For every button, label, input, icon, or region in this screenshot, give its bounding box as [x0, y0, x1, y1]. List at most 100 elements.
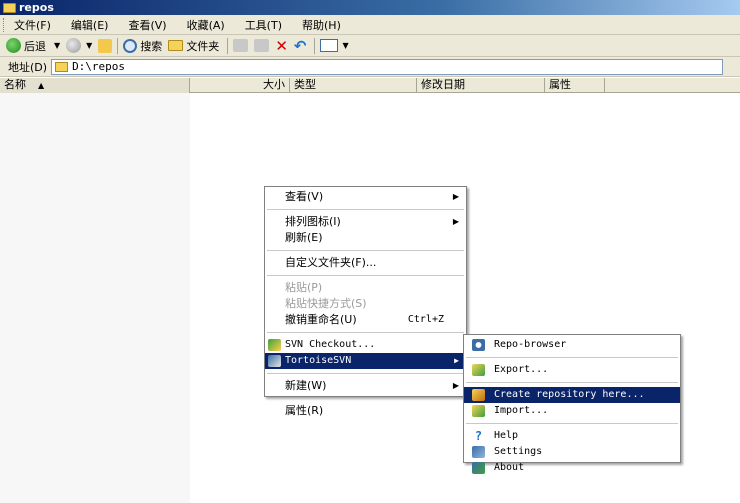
context-menu: 查看(V) ▶ 排列图标(I) ▶ 刷新(E) 自定义文件夹(F)... 粘贴(P)…: [264, 186, 467, 417]
window-title: repos: [19, 1, 54, 14]
menu-item-undo-rename[interactable]: 撤销重命名(U) Ctrl+Z: [265, 312, 466, 328]
folders-button[interactable]: 文件夹: [168, 38, 219, 54]
column-modified[interactable]: 修改日期: [417, 78, 545, 93]
back-arrow-icon: [6, 38, 21, 53]
column-header: 名称 ▲ 大小 类型 修改日期 属性: [0, 78, 740, 93]
svn-checkout-icon: [268, 339, 281, 351]
menu-file[interactable]: 文件(F): [14, 17, 51, 33]
menu-item-import-label: Import...: [494, 405, 549, 416]
views-dropdown-icon[interactable]: ▼: [342, 41, 348, 50]
menu-separator: [466, 423, 678, 424]
copy-to-icon[interactable]: [254, 39, 270, 52]
menu-separator: [267, 209, 464, 210]
menu-item-arrange-icons[interactable]: 排列图标(I) ▶: [265, 214, 466, 230]
folders-label: 文件夹: [186, 39, 220, 53]
search-button[interactable]: 搜索: [123, 38, 162, 54]
repo-browser-icon: [472, 339, 485, 351]
menu-item-svn-checkout-label: SVN Checkout...: [285, 339, 376, 350]
menu-item-export-label: Export...: [494, 364, 549, 375]
submenu-arrow-icon: ▶: [452, 381, 459, 390]
menu-separator: [267, 398, 464, 399]
undo-shortcut: Ctrl+Z: [407, 314, 444, 325]
folder-icon: [55, 61, 69, 72]
menu-edit[interactable]: 编辑(E): [71, 17, 109, 33]
menu-item-new[interactable]: 新建(W) ▶: [265, 378, 466, 394]
menu-item-create-repository-label: Create repository here...: [494, 389, 645, 400]
move-to-icon[interactable]: [233, 39, 249, 52]
folder-icon: [3, 2, 16, 13]
menu-item-about[interactable]: About: [464, 460, 680, 476]
menu-item-undo-rename-label: 撤销重命名(U): [285, 313, 357, 326]
column-attributes[interactable]: 属性: [545, 78, 605, 93]
menu-item-tortoisesvn[interactable]: TortoiseSVN ▶: [265, 353, 466, 369]
column-name[interactable]: 名称 ▲: [0, 78, 190, 93]
address-label: 地址(D): [8, 60, 48, 74]
sort-ascending-icon: ▲: [38, 81, 45, 90]
menu-item-view[interactable]: 查看(V) ▶: [265, 189, 466, 205]
menu-item-repo-browser-label: Repo-browser: [494, 339, 567, 350]
submenu-arrow-icon: ▶: [452, 217, 459, 226]
address-bar: 地址(D) D:\repos: [0, 57, 740, 77]
undo-icon[interactable]: ↶: [294, 37, 307, 55]
address-input[interactable]: D:\repos: [51, 58, 724, 75]
menu-separator: [267, 373, 464, 374]
submenu-arrow-icon: ▶: [452, 192, 459, 201]
search-label: 搜索: [140, 39, 163, 53]
menu-item-view-label: 查看(V): [285, 190, 324, 203]
column-size[interactable]: 大小: [190, 78, 290, 93]
menu-item-refresh[interactable]: 刷新(E): [265, 230, 466, 246]
forward-arrow-icon[interactable]: [66, 38, 82, 53]
column-type[interactable]: 类型: [290, 78, 417, 93]
menu-view[interactable]: 查看(V): [128, 17, 166, 33]
menu-help[interactable]: 帮助(H): [302, 17, 341, 33]
menu-item-svn-checkout[interactable]: SVN Checkout...: [265, 337, 466, 353]
menu-separator: [267, 250, 464, 251]
forward-dropdown-icon[interactable]: ▼: [86, 41, 92, 50]
toolbar-separator: [314, 37, 316, 54]
menu-separator: [466, 382, 678, 383]
menu-item-settings-label: Settings: [494, 446, 543, 457]
title-bar: repos: [0, 0, 740, 15]
menu-item-tortoisesvn-label: TortoiseSVN: [285, 355, 352, 366]
help-icon: ?: [474, 429, 483, 443]
address-value[interactable]: D:\repos: [72, 60, 125, 73]
tortoisesvn-submenu: Repo-browser Export... Create repository…: [463, 334, 681, 474]
back-label: 后退: [24, 39, 46, 53]
back-dropdown-icon[interactable]: ▼: [54, 41, 60, 50]
menu-tools[interactable]: 工具(T): [245, 17, 282, 33]
menu-bar: 文件(F) 编辑(E) 查看(V) 收藏(A) 工具(T) 帮助(H): [0, 15, 740, 35]
menu-item-paste-shortcut: 粘贴快捷方式(S): [285, 297, 367, 310]
export-icon: [472, 364, 485, 376]
menu-item-create-repository[interactable]: Create repository here...: [464, 387, 680, 403]
back-button[interactable]: 后退: [6, 38, 46, 54]
menu-item-help[interactable]: ? Help: [464, 428, 680, 444]
column-name-label: 名称: [4, 78, 26, 91]
standard-toolbar: 后退 ▼ ▼ 搜索 文件夹 ✕ ↶ ▼: [0, 35, 740, 57]
settings-icon: [472, 446, 485, 458]
tortoisesvn-icon: [268, 355, 281, 367]
toolbar-grip[interactable]: [3, 18, 6, 32]
menu-favorites[interactable]: 收藏(A): [187, 17, 225, 33]
create-repository-icon: [472, 389, 485, 401]
folders-icon: [168, 40, 184, 51]
menu-item-customize-folder[interactable]: 自定义文件夹(F)...: [265, 255, 466, 271]
menu-item-settings[interactable]: Settings: [464, 444, 680, 460]
menu-item-paste: 粘贴(P): [285, 281, 323, 294]
menu-item-properties[interactable]: 属性(R): [265, 403, 466, 419]
menu-separator: [267, 275, 464, 276]
menu-item-new-label: 新建(W): [285, 379, 327, 392]
menu-item-help-label: Help: [494, 430, 519, 441]
delete-icon[interactable]: ✕: [275, 37, 288, 55]
up-folder-icon[interactable]: [98, 38, 113, 53]
menu-item-repo-browser[interactable]: Repo-browser: [464, 337, 680, 353]
menu-item-import[interactable]: Import...: [464, 403, 680, 419]
menu-item-export[interactable]: Export...: [464, 362, 680, 378]
menu-item-arrange-label: 排列图标(I): [285, 215, 341, 228]
search-icon: [123, 38, 138, 53]
sorted-column-highlight: [0, 93, 190, 503]
views-icon[interactable]: [320, 39, 339, 52]
menu-separator: [466, 357, 678, 358]
about-icon: [472, 462, 485, 474]
menu-item-about-label: About: [494, 462, 525, 473]
toolbar-separator: [227, 37, 229, 54]
